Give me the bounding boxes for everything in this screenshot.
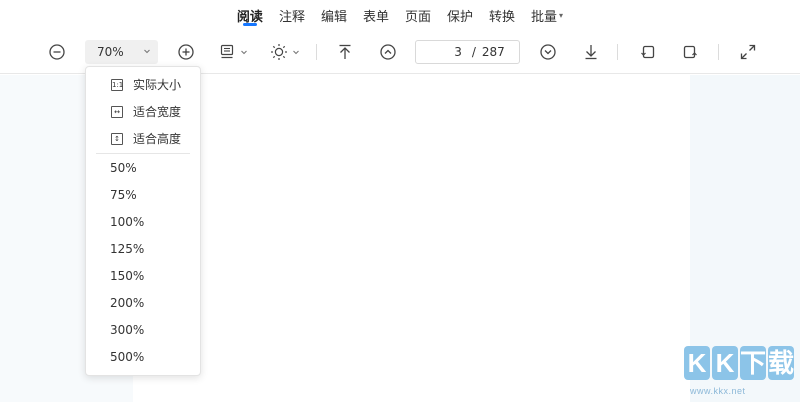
expand-icon: [740, 44, 756, 60]
last-page-button[interactable]: [580, 30, 602, 74]
menu-item-zoom-50[interactable]: 50%: [86, 154, 202, 181]
menu-item-zoom-125[interactable]: 125%: [86, 235, 202, 262]
menu-item-zoom-100[interactable]: 100%: [86, 208, 202, 235]
fit-height-icon: ↕: [111, 132, 123, 145]
tab-edit[interactable]: 编辑: [313, 0, 355, 30]
zoom-dropdown-menu: 1:1 实际大小 ↔ 适合宽度 ↕ 适合高度 50% 75% 100% 125%…: [85, 66, 201, 376]
menu-item-zoom-500[interactable]: 500%: [86, 343, 202, 370]
rotate-left-button[interactable]: [637, 30, 659, 74]
zoom-value: 70%: [97, 45, 124, 59]
chevron-up-circle-icon: [380, 44, 396, 60]
zoom-out-icon: [49, 44, 65, 60]
watermark-logo: K K 下 载: [684, 342, 794, 386]
tab-annotate[interactable]: 注释: [271, 0, 313, 30]
page-layout-button[interactable]: [216, 30, 252, 74]
chevron-down-icon: [241, 50, 247, 55]
chevron-down-icon: ▾: [559, 10, 564, 20]
tab-form[interactable]: 表单: [355, 0, 397, 30]
tab-page[interactable]: 页面: [397, 0, 439, 30]
rotate-right-button[interactable]: [679, 30, 701, 74]
actual-size-icon: 1:1: [111, 78, 124, 91]
rotate-right-icon: [683, 45, 697, 59]
menu-item-zoom-150[interactable]: 150%: [86, 262, 202, 289]
chevron-down-circle-icon: [540, 44, 556, 60]
fit-width-icon: ↔: [111, 105, 123, 118]
menu-item-zoom-200[interactable]: 200%: [86, 289, 202, 316]
toolbar-divider: [718, 44, 719, 60]
watermark-url: www.kkx.net: [690, 386, 746, 396]
fullscreen-button[interactable]: [737, 30, 759, 74]
toolbar-divider: [617, 44, 618, 60]
chevron-down-icon: [144, 49, 150, 54]
ribbon-tabs: 阅读 注释 编辑 表单 页面 保护 转换 批量 ▾: [0, 0, 800, 30]
brightness-button[interactable]: [266, 30, 304, 74]
toolbar-divider: [316, 44, 317, 60]
menu-item-zoom-300[interactable]: 300%: [86, 316, 202, 343]
zoom-out-button[interactable]: [46, 30, 68, 74]
total-pages: 287: [481, 45, 505, 59]
current-page: 3: [454, 45, 462, 59]
tab-read[interactable]: 阅读: [229, 0, 271, 30]
sun-icon: [270, 44, 287, 60]
first-page-button[interactable]: [334, 30, 356, 74]
menu-item-fit-height[interactable]: ↕ 适合高度: [86, 125, 202, 152]
page-separator: /: [471, 45, 476, 59]
rotate-left-icon: [641, 45, 655, 59]
first-page-icon: [339, 44, 351, 59]
menu-item-actual-size[interactable]: 1:1 实际大小: [86, 71, 202, 98]
tab-protect[interactable]: 保护: [439, 0, 481, 30]
page-layout-icon: [220, 44, 234, 59]
previous-page-button[interactable]: [377, 30, 399, 74]
menu-item-zoom-75[interactable]: 75%: [86, 181, 202, 208]
last-page-icon: [585, 45, 597, 60]
page-number-field[interactable]: 3 / 287: [415, 40, 520, 64]
zoom-in-icon: [178, 44, 194, 60]
tab-batch[interactable]: 批量 ▾: [523, 0, 571, 30]
document-page[interactable]: [133, 75, 690, 402]
tab-convert[interactable]: 转换: [481, 0, 523, 30]
next-page-button[interactable]: [537, 30, 559, 74]
site-watermark: K K 下 载 www.kkx.net: [684, 342, 800, 402]
zoom-select[interactable]: 70%: [85, 40, 158, 64]
menu-item-fit-width[interactable]: ↔ 适合宽度: [86, 98, 202, 125]
chevron-down-icon: [292, 50, 299, 55]
